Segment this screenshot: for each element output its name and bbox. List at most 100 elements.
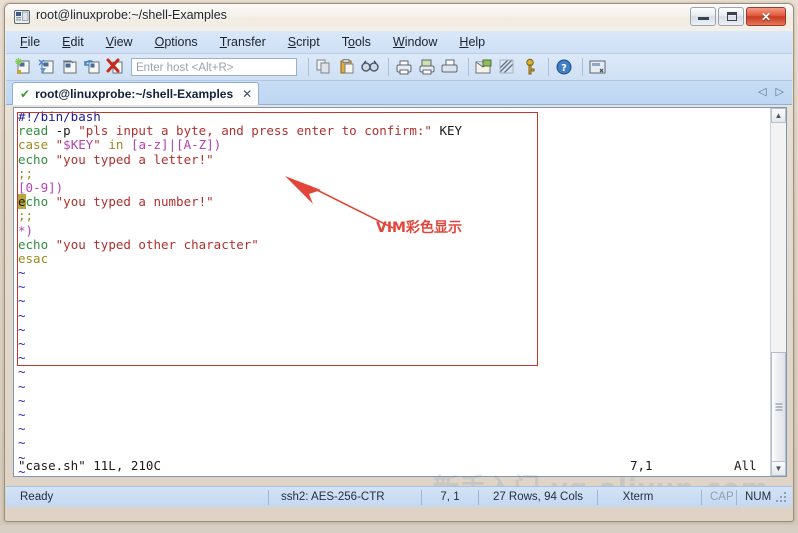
terminal-text: " (93, 137, 101, 153)
vim-cursor-position: 7,1 (630, 458, 653, 473)
terminal-line: echo "you typed a number!" (18, 194, 770, 210)
terminal-text: ~ (18, 392, 26, 408)
scroll-down-button[interactable]: ▼ (771, 461, 786, 476)
resize-grip-icon[interactable] (775, 490, 788, 504)
connect-sftp-icon[interactable] (37, 57, 57, 77)
menu-item-help[interactable]: Help (459, 35, 485, 49)
annotation-label: VIM彩色显示 (376, 220, 462, 236)
menu-item-transfer[interactable]: Transfer (220, 35, 266, 49)
terminal-text: cho (25, 194, 49, 210)
terminal-text: ~ (18, 350, 26, 366)
terminal-text: ~ (18, 293, 26, 309)
menu-item-view[interactable]: View (106, 35, 133, 49)
terminal-line: ~ (18, 280, 770, 294)
print-selection-icon[interactable] (417, 57, 437, 77)
printer-icon[interactable] (440, 57, 460, 77)
menu-item-file[interactable]: File (20, 35, 40, 49)
terminal-text: echo (18, 151, 49, 167)
minimize-button[interactable] (690, 7, 716, 26)
terminal-text: case (18, 137, 49, 153)
minimize-icon (698, 17, 709, 20)
status-ready: Ready (20, 490, 54, 503)
close-button[interactable]: ✕ (746, 7, 786, 26)
terminal-line: ~ (18, 392, 770, 408)
svg-text:?: ? (561, 63, 567, 74)
tab-next-icon[interactable]: ▷ (776, 85, 784, 98)
maximize-button[interactable] (718, 7, 744, 26)
status-caps-lock: CAP (710, 490, 734, 503)
terminal-text: ~ (18, 336, 26, 351)
log-session-icon[interactable] (474, 57, 494, 77)
menu-item-window[interactable]: Window (393, 35, 437, 49)
terminal-line: [0-9]) (18, 180, 770, 195)
terminal-text: ~ (18, 279, 26, 295)
chevron-up-icon: ▲ (774, 110, 783, 120)
vim-status-line: "case.sh" 11L, 210C 7,1 All (18, 458, 768, 473)
terminal-text: ~ (18, 307, 26, 323)
terminal-text: esac (18, 250, 49, 266)
key-icon[interactable] (520, 57, 540, 77)
terminal-line: read -p "pls input a byte, and press ent… (18, 124, 770, 138)
grip-icon (775, 403, 782, 411)
window-title: root@linuxprobe:~/shell-Examples (36, 8, 227, 22)
terminal-output[interactable]: #!/bin/bash read -p "pls input a byte, an… (14, 108, 770, 476)
tab-close-icon[interactable]: ✕ (242, 88, 252, 100)
terminal-line: echo "you typed other character" (18, 236, 770, 252)
print-icon[interactable] (394, 57, 414, 77)
terminal-text: echo (18, 236, 49, 252)
terminal-text: [a-z]|[A-Z]) (130, 137, 222, 153)
terminal-text: -p (48, 123, 79, 139)
tab-prev-icon[interactable]: ◁ (758, 85, 766, 98)
reconnect-icon[interactable] (83, 57, 103, 77)
menu-item-tools[interactable]: Tools (342, 35, 371, 49)
terminal-line: ~ (18, 265, 770, 280)
host-input[interactable]: Enter host <Alt+R> (131, 58, 297, 76)
tab-session[interactable]: ✔ root@linuxprobe:~/shell-Examples ✕ (12, 82, 260, 105)
menu-item-script[interactable]: Script (288, 35, 320, 49)
scroll-up-button[interactable]: ▲ (771, 108, 786, 123)
terminal-line: case "$KEY" in [a-z]|[A-Z]) (18, 138, 770, 152)
terminal-line: ~ (18, 406, 770, 422)
toolbar-separator (582, 58, 583, 76)
help-icon[interactable]: ? (554, 57, 574, 77)
menu-bar: File Edit View Options Transfer Script T… (6, 31, 792, 54)
terminal-text: ~ (18, 435, 26, 451)
tab-label: root@linuxprobe:~/shell-Examples (35, 87, 234, 101)
toolbar-separator (388, 58, 389, 76)
terminal-text: ~ (18, 406, 26, 422)
settings-icon[interactable] (497, 57, 517, 77)
terminal-text: "you typed other character" (55, 236, 259, 252)
tab-strip: ✔ root@linuxprobe:~/shell-Examples ✕ ◁ ▷ (6, 81, 792, 105)
terminal-text: "you typed a letter!" (55, 151, 214, 167)
terminal-text: ~ (18, 378, 26, 394)
terminal-scrollbar[interactable]: ▲ ▼ (770, 108, 786, 476)
find-icon[interactable] (360, 57, 380, 77)
terminal-line: ~ (18, 336, 770, 351)
close-icon: ✕ (760, 9, 772, 24)
terminal-text: "you typed a number!" (55, 194, 214, 210)
menu-item-edit[interactable]: Edit (62, 35, 84, 49)
status-cipher: ssh2: AES-256-CTR (281, 490, 385, 503)
title-bar[interactable]: root@linuxprobe:~/shell-Examples ✕ (5, 4, 793, 31)
capture-icon[interactable] (588, 57, 608, 77)
copy-icon[interactable] (314, 57, 334, 77)
terminal-text: ;; (18, 165, 34, 181)
terminal-text: $KEY (63, 137, 94, 153)
scrollbar-thumb[interactable] (771, 352, 786, 462)
new-session-icon[interactable] (14, 57, 34, 77)
terminal-icon (14, 9, 30, 25)
paste-icon[interactable] (337, 57, 357, 77)
terminal-text: KEY (431, 123, 463, 139)
terminal-text: ~ (18, 421, 26, 437)
disconnect-icon[interactable] (106, 57, 126, 77)
menu-item-options[interactable]: Options (155, 35, 198, 49)
terminal-text: #!/bin/bash (18, 109, 101, 124)
terminal-text: ~ (18, 321, 26, 337)
terminal-line: ~ (18, 365, 770, 379)
clone-session-icon[interactable] (60, 57, 80, 77)
terminal-line: echo "you typed a letter!" (18, 151, 770, 167)
